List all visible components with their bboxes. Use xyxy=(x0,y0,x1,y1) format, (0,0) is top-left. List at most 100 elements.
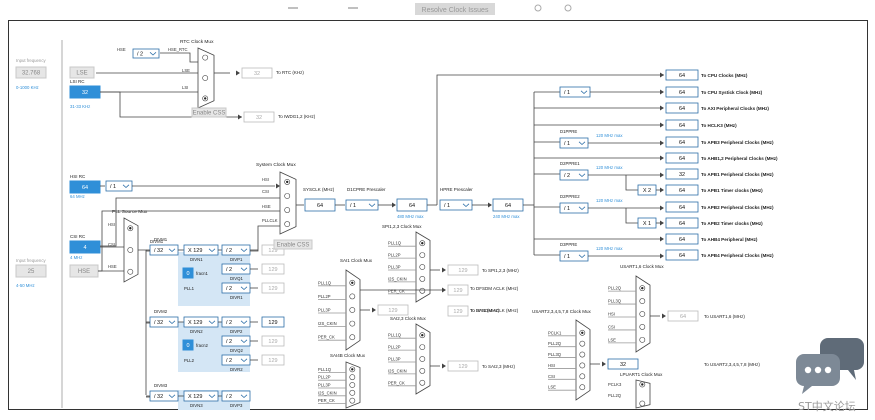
usart16-output-value[interactable]: 64 xyxy=(667,310,699,322)
pll1-divr-dropdown[interactable]: / 2 xyxy=(221,282,251,294)
csi-rc-value[interactable]: 4 xyxy=(69,240,101,254)
pll2-p-output[interactable]: 129 xyxy=(261,316,285,328)
hse-frequency-input[interactable]: 25 xyxy=(15,264,47,278)
mux-radio[interactable] xyxy=(284,207,291,213)
rtc-clock-mux[interactable] xyxy=(197,47,215,109)
mux-radio[interactable] xyxy=(349,293,356,300)
iwdg-clock-output[interactable]: 32 xyxy=(243,111,275,123)
output-cpu-value[interactable]: 64 xyxy=(665,69,699,81)
mux-radio[interactable] xyxy=(349,320,356,327)
sys-enable-css-button[interactable]: Enable CSS xyxy=(273,239,313,250)
mux-radio[interactable] xyxy=(639,324,646,330)
pll2-divq-dropdown[interactable]: / 2 xyxy=(221,335,251,347)
pll1-r-output[interactable]: 129 xyxy=(261,282,285,294)
d2ppre2-dropdown[interactable]: / 1 xyxy=(559,202,589,214)
output-apb1-timer-value[interactable]: 64 xyxy=(665,184,699,196)
sysclk-value[interactable]: 64 xyxy=(304,198,336,212)
mux-radio[interactable] xyxy=(349,307,356,313)
output-systick-value[interactable]: 64 xyxy=(665,86,699,98)
output-hclk3-value[interactable]: 64 xyxy=(665,119,699,131)
rtc-enable-css-button[interactable]: Enable CSS xyxy=(191,107,227,118)
sai4-mux[interactable] xyxy=(345,361,361,409)
pll3-divm-dropdown[interactable]: / 32 xyxy=(149,390,179,402)
pll2-divm-dropdown[interactable]: / 32 xyxy=(149,316,179,328)
mux-radio[interactable] xyxy=(639,311,646,317)
output-apb2-value[interactable]: 64 xyxy=(665,201,699,213)
mux-radio[interactable] xyxy=(579,384,586,391)
mux-radio[interactable] xyxy=(419,344,426,350)
mux-radio[interactable] xyxy=(579,340,586,347)
output-ahb4-value[interactable]: 64 xyxy=(665,233,699,245)
d1-output-value[interactable]: 64 xyxy=(396,198,428,212)
pll2-r-output[interactable]: 129 xyxy=(261,354,285,366)
sai1-output-value[interactable]: 129 xyxy=(377,304,409,316)
mux-radio[interactable] xyxy=(127,268,134,275)
mux-radio[interactable] xyxy=(419,379,426,386)
output-axi-value[interactable]: 64 xyxy=(665,102,699,114)
lse-oscillator[interactable]: LSE xyxy=(69,66,95,79)
d2ppre1-dropdown[interactable]: / 2 xyxy=(559,169,589,181)
output-apb3-value[interactable]: 64 xyxy=(665,136,699,148)
mux-radio[interactable] xyxy=(349,382,356,388)
pll1-fracn-value[interactable]: 0 xyxy=(182,267,194,279)
mux-radio[interactable] xyxy=(419,367,426,374)
pll-source-mux[interactable] xyxy=(123,217,139,283)
lpuart1-mux[interactable] xyxy=(635,379,651,409)
sai1-output-value[interactable]: 129 xyxy=(447,305,469,317)
pll1-divn-dropdown[interactable]: X 129 xyxy=(183,244,219,256)
mux-radio[interactable] xyxy=(639,336,646,343)
system-clock-mux[interactable] xyxy=(279,171,297,235)
lse-frequency-input[interactable]: 32.768 xyxy=(15,66,47,79)
usart16-mux[interactable] xyxy=(635,275,651,353)
mux-radio[interactable] xyxy=(284,193,291,199)
mux-radio[interactable] xyxy=(639,400,646,407)
mux-radio[interactable] xyxy=(579,351,586,358)
lsi-rc-value[interactable]: 32 xyxy=(69,85,101,99)
output-apb4-value[interactable]: 64 xyxy=(665,249,699,261)
mux-radio[interactable] xyxy=(202,54,209,61)
usart2-mux[interactable] xyxy=(575,319,591,401)
pll2-divn-dropdown[interactable]: X 129 xyxy=(183,316,219,328)
mux-radio[interactable] xyxy=(349,334,356,341)
spi123-output-value[interactable]: 129 xyxy=(447,264,479,276)
sai23-output-value[interactable]: 129 xyxy=(447,360,479,372)
sai23-mux[interactable] xyxy=(415,323,431,395)
mux-radio[interactable] xyxy=(127,247,134,253)
mux-radio[interactable] xyxy=(349,397,356,404)
mux-radio[interactable] xyxy=(579,362,586,369)
mux-radio[interactable] xyxy=(419,275,426,282)
rtc-clock-output[interactable]: 32 xyxy=(241,67,273,79)
hsi-divider[interactable]: / 1 xyxy=(105,180,133,192)
pll1-q-output[interactable]: 129 xyxy=(261,263,285,275)
dfsdm-output-value[interactable]: 129 xyxy=(447,284,469,296)
mux-radio[interactable] xyxy=(579,373,586,380)
pll2-q-output[interactable]: 129 xyxy=(261,335,285,347)
systick-divider[interactable]: / 1 xyxy=(559,86,591,98)
pll1-divm-dropdown[interactable]: / 32 xyxy=(149,244,179,256)
pll2-divp-dropdown[interactable]: / 2 xyxy=(221,316,251,328)
pll2-divr-dropdown[interactable]: / 2 xyxy=(221,354,251,366)
pll2-fracn-value[interactable]: 0 xyxy=(182,339,194,351)
spi123-mux[interactable] xyxy=(415,231,431,303)
usart2-output-value[interactable]: 32 xyxy=(607,358,639,370)
rtc-hse-divider[interactable]: / 2 xyxy=(132,48,160,59)
mux-radio[interactable] xyxy=(419,264,426,270)
output-apb2-timer-value[interactable]: 64 xyxy=(665,217,699,229)
hpre-output-value[interactable]: 64 xyxy=(492,198,524,212)
hse-oscillator[interactable]: HSE xyxy=(69,264,99,278)
mux-radio[interactable] xyxy=(419,287,426,294)
mux-radio[interactable] xyxy=(284,221,291,227)
hsi-rc-value[interactable]: 64 xyxy=(69,180,101,194)
apb1-timer-multiplier[interactable]: X 2 xyxy=(637,184,657,196)
pll3-divn-dropdown[interactable]: X 129 xyxy=(183,390,219,402)
mux-radio[interactable] xyxy=(419,252,426,258)
hpre-dropdown[interactable]: / 1 xyxy=(439,199,473,211)
apb2-timer-multiplier[interactable]: X 1 xyxy=(637,217,657,229)
sai1-mux[interactable] xyxy=(345,269,361,351)
mux-radio[interactable] xyxy=(349,374,356,381)
output-apb1-value[interactable]: 32 xyxy=(665,168,699,180)
d1ppre-dropdown[interactable]: / 1 xyxy=(559,137,589,149)
mux-radio[interactable] xyxy=(202,75,209,81)
d3ppre-dropdown[interactable]: / 1 xyxy=(559,250,589,262)
pll3-divp-dropdown[interactable]: / 2 xyxy=(221,390,251,402)
